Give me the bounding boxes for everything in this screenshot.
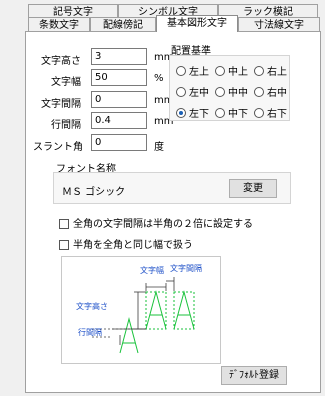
line-spacing-label: 行間隔: [51, 120, 81, 131]
radio-button[interactable]: [254, 65, 264, 76]
font-group: ＭＳ ゴシック 変更: [53, 172, 291, 204]
radio-label: 中下: [228, 109, 248, 120]
halfwidth-as-full-checkbox[interactable]: [59, 240, 69, 250]
radio-button[interactable]: [215, 86, 225, 97]
tab-basic-shape-text[interactable]: 基本図形文字: [156, 15, 238, 32]
tab-panel: 文字高さ 3 mm 文字幅 50 % 文字間隔 0 mm 行間隔 0.4 mm …: [25, 31, 321, 393]
align-option-middle-left[interactable]: 左中: [176, 84, 209, 99]
save-default-button[interactable]: ﾃﾞﾌｫﾙﾄ登録: [221, 366, 287, 385]
slant-label: スラント角: [33, 142, 83, 153]
char-width-input[interactable]: 50: [91, 69, 147, 86]
radio-button[interactable]: [254, 86, 264, 97]
slant-unit: 度: [154, 142, 164, 153]
char-height-label: 文字高さ: [41, 56, 81, 67]
preview-image: 文字幅 文字間隔 文字高さ 行間隔: [61, 256, 221, 364]
align-option-middle-right[interactable]: 右中: [254, 84, 287, 99]
font-name-value: ＭＳ ゴシック: [62, 187, 126, 198]
char-spacing-label: 文字間隔: [41, 99, 81, 110]
radio-button[interactable]: [215, 107, 225, 118]
preview-label-char-width: 文字幅: [140, 266, 164, 275]
char-width-label: 文字幅: [51, 77, 81, 88]
radio-label: 右中: [267, 88, 287, 99]
radio-label: 左中: [189, 88, 209, 99]
align-option-middle-center[interactable]: 中中: [215, 84, 248, 99]
preview-label-char-height: 文字高さ: [76, 302, 108, 311]
char-height-input[interactable]: 3: [91, 48, 147, 65]
align-option-bottom-left[interactable]: 左下: [176, 105, 209, 120]
align-option-top-left[interactable]: 左上: [176, 63, 209, 78]
preview-label-line-spacing: 行間隔: [78, 328, 102, 337]
radio-label: 中中: [228, 88, 248, 99]
radio-label: 右上: [267, 67, 287, 78]
align-option-bottom-right[interactable]: 右下: [254, 105, 287, 120]
radio-label: 左下: [189, 109, 209, 120]
radio-button[interactable]: [176, 65, 186, 76]
char-width-unit: %: [154, 73, 164, 84]
alignment-group: 左上 中上 右上左中 中中 右中左下 中下 右下: [169, 55, 290, 121]
char-spacing-input[interactable]: 0: [91, 91, 147, 108]
radio-button[interactable]: [215, 65, 225, 76]
radio-label: 右下: [267, 109, 287, 120]
radio-button[interactable]: [176, 107, 186, 118]
halfwidth-as-full-checkbox-row[interactable]: 半角を全角と同じ幅で扱う: [59, 236, 193, 251]
align-option-top-center[interactable]: 中上: [215, 63, 248, 78]
radio-button[interactable]: [254, 107, 264, 118]
tab-wiring-annotation[interactable]: 配線傍記: [90, 17, 156, 32]
preview-label-char-spacing: 文字間隔: [170, 264, 202, 273]
radio-label: 中上: [228, 67, 248, 78]
fullwidth-spacing-label: 全角の文字間隔は半角の２倍に設定する: [73, 219, 253, 230]
slant-input[interactable]: 0: [91, 134, 147, 151]
line-spacing-input[interactable]: 0.4: [91, 112, 147, 129]
tab-count-text[interactable]: 条数文字: [28, 17, 90, 32]
font-change-button[interactable]: 変更: [229, 179, 277, 198]
align-option-bottom-center[interactable]: 中下: [215, 105, 248, 120]
halfwidth-as-full-label: 半角を全角と同じ幅で扱う: [73, 240, 193, 251]
tab-dimension-text[interactable]: 寸法線文字: [238, 17, 320, 32]
fullwidth-spacing-checkbox-row[interactable]: 全角の文字間隔は半角の２倍に設定する: [59, 215, 253, 230]
radio-label: 左上: [189, 67, 209, 78]
radio-button[interactable]: [176, 86, 186, 97]
fullwidth-spacing-checkbox[interactable]: [59, 219, 69, 229]
align-option-top-right[interactable]: 右上: [254, 63, 287, 78]
